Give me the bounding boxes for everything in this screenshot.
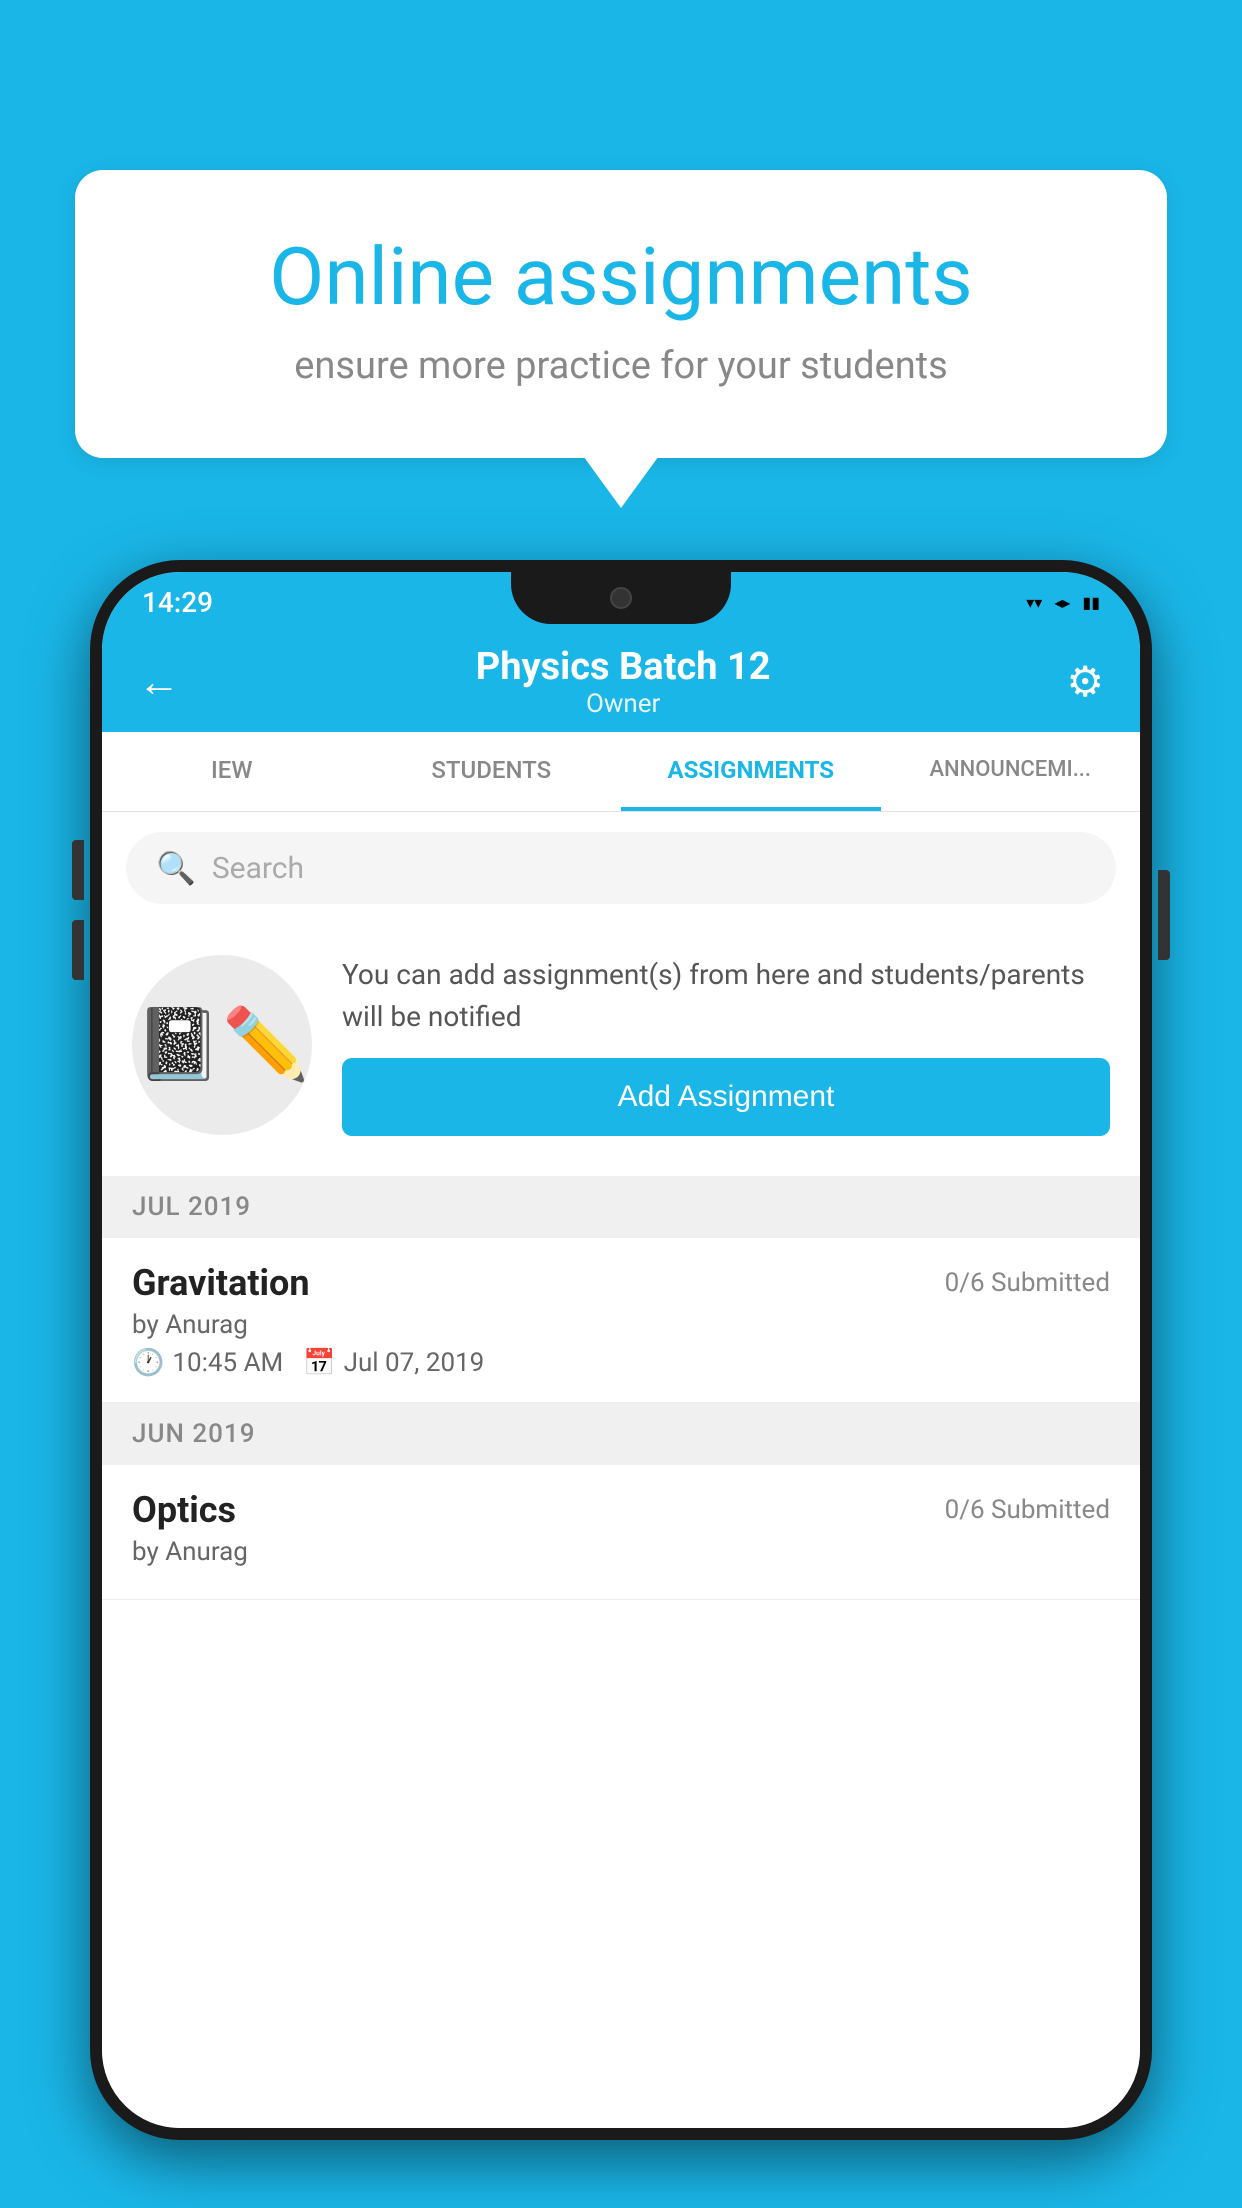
camera (610, 587, 632, 609)
section-label-jul: JUL 2019 (132, 1192, 251, 1222)
speech-bubble: Online assignments ensure more practice … (75, 170, 1167, 458)
section-label-jun: JUN 2019 (132, 1419, 255, 1449)
phone-wrapper: 14:29 ▾▾ ◂▸ ▮▮ ← Physics Batch 12 Owner … (90, 560, 1152, 2208)
assignment-date-gravitation: Jul 07, 2019 (344, 1348, 485, 1378)
assignment-row-top-optics: Optics 0/6 Submitted (132, 1489, 1110, 1531)
screen-content: 🔍 Search 📓✏️ You can add assignment(s) f… (102, 812, 1140, 2128)
search-placeholder: Search (212, 851, 304, 886)
settings-icon[interactable]: ⚙ (1066, 657, 1104, 707)
assignment-author-optics: by Anurag (132, 1537, 1110, 1567)
app-bar: ← Physics Batch 12 Owner ⚙ (102, 632, 1140, 732)
back-button[interactable]: ← (138, 658, 180, 707)
volume-up-button (72, 840, 84, 900)
tab-assignments[interactable]: ASSIGNMENTS (621, 732, 881, 811)
bubble-title: Online assignments (145, 230, 1097, 324)
notebook-icon: 📓✏️ (135, 1004, 309, 1086)
bubble-subtitle: ensure more practice for your students (145, 344, 1097, 388)
status-time: 14:29 (142, 586, 213, 619)
meta-date-gravitation: 📅 Jul 07, 2019 (303, 1348, 484, 1378)
assignment-item-gravitation[interactable]: Gravitation 0/6 Submitted by Anurag 🕐 10… (102, 1238, 1140, 1403)
assignment-author-gravitation: by Anurag (132, 1310, 1110, 1340)
phone-frame: 14:29 ▾▾ ◂▸ ▮▮ ← Physics Batch 12 Owner … (90, 560, 1152, 2140)
add-assignment-button[interactable]: Add Assignment (342, 1058, 1110, 1136)
app-bar-subtitle: Owner (476, 689, 771, 719)
phone-notch (511, 572, 731, 624)
assignment-submitted-optics: 0/6 Submitted (945, 1495, 1110, 1525)
search-bar[interactable]: 🔍 Search (126, 832, 1116, 904)
calendar-icon: 📅 (303, 1348, 335, 1378)
wifi-icon: ▾▾ (1026, 593, 1042, 612)
promo-card: 📓✏️ You can add assignment(s) from here … (102, 924, 1140, 1176)
promo-description: You can add assignment(s) from here and … (342, 954, 1110, 1038)
signal-icon: ◂▸ (1054, 593, 1070, 612)
section-header-jun: JUN 2019 (102, 1403, 1140, 1465)
tab-announcements[interactable]: ANNOUNCEMI... (881, 732, 1141, 811)
assignment-name-optics: Optics (132, 1489, 236, 1531)
section-header-jul: JUL 2019 (102, 1176, 1140, 1238)
tabs-container: IEW STUDENTS ASSIGNMENTS ANNOUNCEMI... (102, 732, 1140, 812)
search-container: 🔍 Search (102, 812, 1140, 924)
power-button (1158, 870, 1170, 960)
promo-text-area: You can add assignment(s) from here and … (342, 954, 1110, 1136)
battery-icon: ▮▮ (1082, 593, 1100, 612)
assignment-submitted-gravitation: 0/6 Submitted (945, 1268, 1110, 1298)
promo-icon-circle: 📓✏️ (132, 955, 312, 1135)
assignment-row-top: Gravitation 0/6 Submitted (132, 1262, 1110, 1304)
assignment-name-gravitation: Gravitation (132, 1262, 310, 1304)
search-icon: 🔍 (156, 849, 196, 887)
app-bar-title-group: Physics Batch 12 Owner (476, 645, 771, 719)
meta-time-gravitation: 🕐 10:45 AM (132, 1348, 283, 1378)
tab-students[interactable]: STUDENTS (362, 732, 622, 811)
tab-iew[interactable]: IEW (102, 732, 362, 811)
assignment-item-optics[interactable]: Optics 0/6 Submitted by Anurag (102, 1465, 1140, 1600)
app-bar-title: Physics Batch 12 (476, 645, 771, 689)
assignment-meta-gravitation: 🕐 10:45 AM 📅 Jul 07, 2019 (132, 1348, 1110, 1378)
status-icons: ▾▾ ◂▸ ▮▮ (1026, 593, 1100, 612)
assignment-time-gravitation: 10:45 AM (172, 1348, 283, 1378)
volume-down-button (72, 920, 84, 980)
clock-icon: 🕐 (132, 1348, 164, 1378)
phone-screen: 14:29 ▾▾ ◂▸ ▮▮ ← Physics Batch 12 Owner … (102, 572, 1140, 2128)
